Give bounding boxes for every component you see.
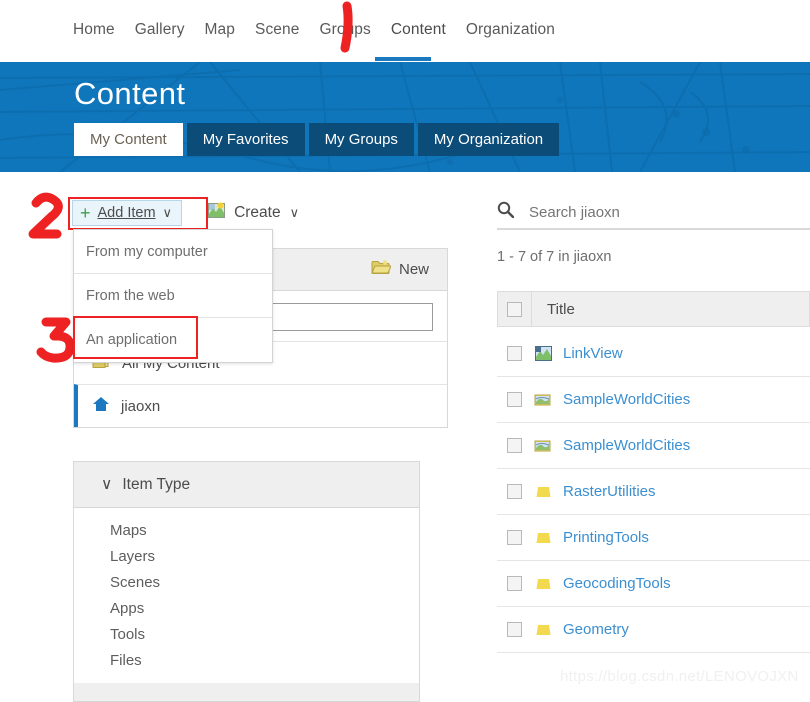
toolbox-icon [531,576,555,591]
row-checkbox-cell[interactable] [497,392,531,407]
create-button[interactable]: Create ∨ [208,202,299,224]
folder-label-jiaoxn: jiaoxn [121,397,161,415]
menu-item-an-application[interactable]: An application [74,318,272,362]
toolbox-icon [531,530,555,545]
page-title: Content [74,76,186,111]
row-checkbox[interactable] [506,530,522,545]
table-row[interactable]: Geometry [497,607,810,653]
top-navigation-bar: Home Gallery Map Scene Groups Content Or… [0,0,810,62]
column-header-title[interactable]: Title [532,301,575,318]
toolbox-icon [531,622,555,637]
content-toolbar: + Add Item ∨ Create ∨ [72,200,299,226]
home-icon [92,396,110,416]
item-title-link[interactable]: SampleWorldCities [555,437,690,454]
table-row[interactable]: SampleWorldCities [497,377,810,423]
content-banner: Content My Content My Favorites My Group… [0,62,810,172]
table-row[interactable]: GeocodingTools [497,561,810,607]
tab-my-favorites[interactable]: My Favorites [186,123,305,156]
table-row[interactable]: RasterUtilities [497,469,810,515]
item-title-link[interactable]: RasterUtilities [555,483,656,500]
search-input[interactable] [527,202,792,222]
item-title-link[interactable]: GeocodingTools [555,575,671,592]
nav-item-organization[interactable]: Organization [456,18,565,42]
nav-item-groups[interactable]: Groups [309,18,380,42]
nav-item-list: Home Gallery Map Scene Groups Content Or… [63,18,565,42]
results-table-header: Title [497,291,810,327]
annotation-mark-2 [28,192,63,239]
select-all-checkbox[interactable] [507,301,522,317]
web-map-icon [531,346,555,361]
create-label: Create [234,204,281,221]
plus-icon: + [80,202,91,223]
menu-item-from-my-computer[interactable]: From my computer [74,230,272,274]
row-checkbox[interactable] [506,346,522,361]
row-checkbox[interactable] [506,622,522,637]
item-type-options: Maps Layers Scenes Apps Tools Files [74,508,419,692]
item-type-option-layers[interactable]: Layers [110,548,419,574]
row-checkbox[interactable] [506,438,522,453]
select-all-checkbox-cell[interactable] [498,292,532,326]
search-divider [497,228,810,230]
table-row[interactable]: LinkView [497,331,810,377]
annotation-mark-3 [36,317,75,363]
item-type-option-scenes[interactable]: Scenes [110,574,419,600]
search-icon [497,201,515,223]
new-folder-icon [371,259,392,280]
toolbox-icon [531,484,555,499]
item-title-link[interactable]: Geometry [555,621,629,638]
add-item-wrapper: + Add Item ∨ [72,200,183,226]
row-checkbox-cell[interactable] [497,484,531,499]
nav-item-content[interactable]: Content [381,18,456,42]
tab-my-organization[interactable]: My Organization [417,123,560,156]
nav-item-map[interactable]: Map [195,18,245,42]
item-type-option-apps[interactable]: Apps [110,600,419,626]
nav-item-scene[interactable]: Scene [245,18,309,42]
item-type-header[interactable]: ∨ Item Type [74,462,419,508]
item-type-panel: ∨ Item Type Maps Layers Scenes Apps Tool… [73,461,420,693]
item-type-title: Item Type [122,475,191,493]
watermark-text: https://blog.csdn.net/LENOVOJXN [560,668,799,685]
row-checkbox-cell[interactable] [497,530,531,545]
table-row[interactable]: SampleWorldCities [497,423,810,469]
tab-my-groups[interactable]: My Groups [308,123,414,156]
row-checkbox-cell[interactable] [497,346,531,361]
row-checkbox-cell[interactable] [497,438,531,453]
add-item-button[interactable]: + Add Item ∨ [72,200,183,226]
content-tabs: My Content My Favorites My Groups My Org… [74,123,560,156]
tab-my-content[interactable]: My Content [74,123,183,156]
chevron-down-icon-item-type: ∨ [101,476,113,493]
map-service-icon [531,392,555,407]
item-title-link[interactable]: SampleWorldCities [555,391,690,408]
add-item-label: Add Item [97,204,156,221]
row-checkbox[interactable] [506,484,522,499]
row-checkbox-cell[interactable] [497,622,531,637]
nav-item-gallery[interactable]: Gallery [125,18,195,42]
item-type-option-maps[interactable]: Maps [110,522,419,548]
new-folder-label: New [398,261,429,278]
row-checkbox-cell[interactable] [497,576,531,591]
results-list: LinkView SampleWorldCities SampleWorldCi… [497,331,810,653]
item-title-link[interactable]: LinkView [555,345,623,362]
item-title-link[interactable]: PrintingTools [555,529,649,546]
result-count-label: 1 - 7 of 7 in jiaoxn [497,249,612,265]
next-filter-panel-header [73,683,420,702]
chevron-down-icon-create: ∨ [289,205,300,220]
row-checkbox[interactable] [506,392,522,407]
map-service-icon [531,438,555,453]
nav-active-underline [375,57,431,61]
menu-item-from-the-web[interactable]: From the web [74,274,272,318]
item-type-option-tools[interactable]: Tools [110,626,419,652]
folder-row-jiaoxn[interactable]: jiaoxn [74,384,447,427]
add-item-dropdown-menu: From my computer From the web An applica… [73,229,273,363]
search-row [497,201,810,223]
create-map-icon [208,202,226,224]
nav-item-home[interactable]: Home [63,18,125,42]
item-type-option-files[interactable]: Files [110,652,419,678]
row-checkbox[interactable] [506,576,522,591]
chevron-down-icon: ∨ [162,204,173,220]
table-row[interactable]: PrintingTools [497,515,810,561]
